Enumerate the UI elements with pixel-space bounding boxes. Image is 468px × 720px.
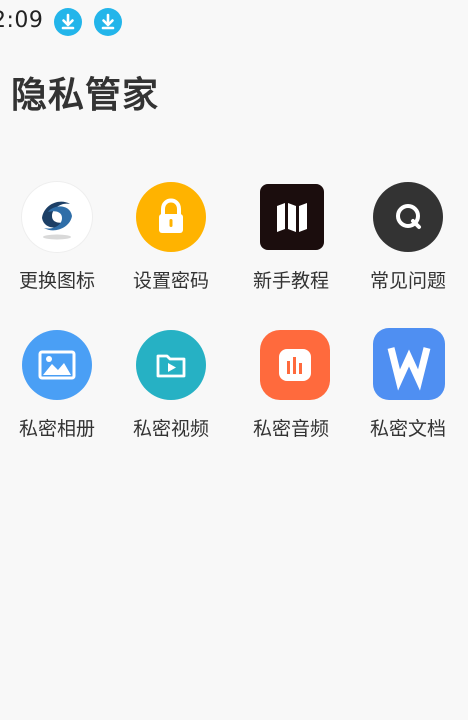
faq-label: 常见问题 [369, 270, 446, 292]
set-password-label: 设置密码 [132, 270, 209, 292]
download-icon [94, 8, 122, 36]
document-w-icon [373, 328, 445, 400]
private-document-button[interactable]: 私密文档 [351, 324, 465, 454]
map-icon [260, 184, 324, 250]
status-time: 2:09 [0, 8, 44, 33]
private-audio-label: 私密音频 [252, 418, 329, 440]
photo-icon [22, 330, 92, 400]
private-audio-button[interactable]: 私密音频 [234, 324, 348, 454]
change-icon-button[interactable]: 更换图标 [0, 176, 114, 306]
q-icon [373, 182, 443, 252]
app-logo-icon [22, 182, 92, 252]
private-document-label: 私密文档 [369, 418, 446, 440]
page-title: 隐私管家 [11, 75, 160, 116]
change-icon-label: 更换图标 [18, 270, 95, 292]
download-icon [54, 8, 82, 36]
faq-button[interactable]: 常见问题 [351, 176, 465, 306]
private-album-label: 私密相册 [18, 418, 95, 440]
tutorial-label: 新手教程 [252, 270, 329, 292]
tutorial-button[interactable]: 新手教程 [234, 176, 348, 306]
private-video-label: 私密视频 [132, 418, 209, 440]
status-bar: 2:09 [0, 0, 468, 44]
set-password-button[interactable]: 设置密码 [114, 176, 228, 306]
video-folder-icon [136, 330, 206, 400]
lock-icon [136, 182, 206, 252]
private-video-button[interactable]: 私密视频 [114, 324, 228, 454]
audio-icon [260, 330, 330, 400]
private-album-button[interactable]: 私密相册 [0, 324, 114, 454]
